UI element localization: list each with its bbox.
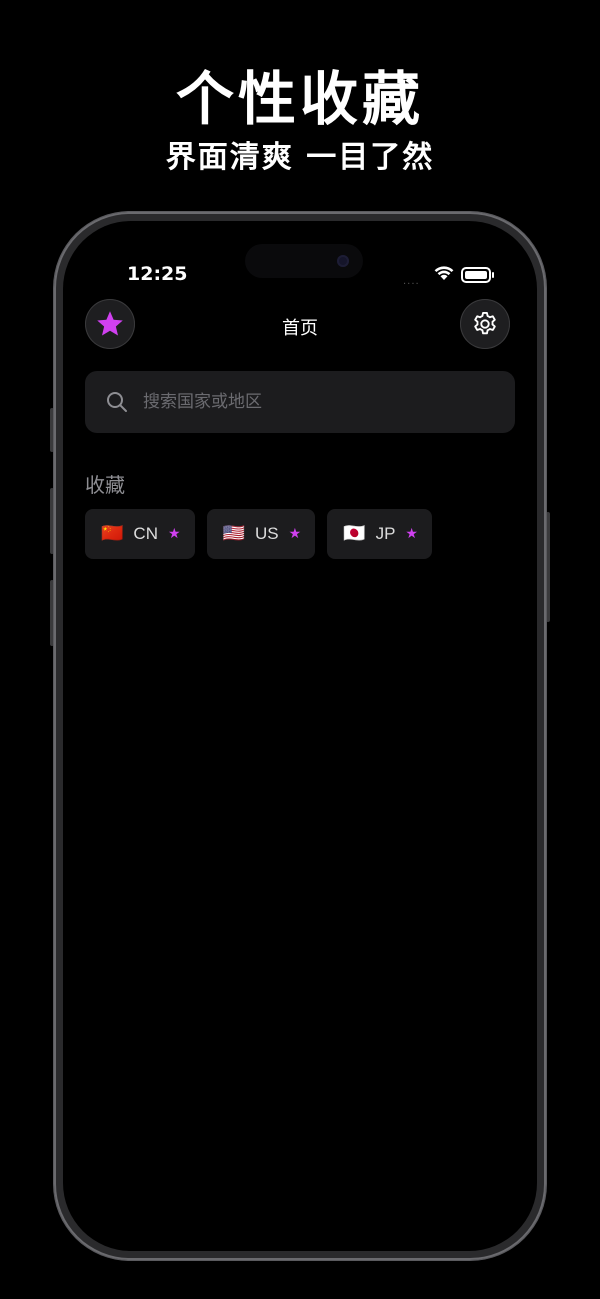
phone-frame: 12:25 .... 首页 收藏 — [54, 212, 546, 1260]
country-code: US — [254, 524, 279, 543]
gear-icon — [474, 311, 496, 335]
star-icon[interactable]: ★ — [168, 526, 181, 542]
camera-icon — [337, 255, 349, 267]
wifi-icon — [434, 266, 454, 280]
cellular-signal-icon: .... — [403, 276, 420, 287]
favorite-chip-us[interactable]: 🇺🇸 US ★ — [206, 509, 316, 559]
promo-title: 个性收藏 — [175, 65, 424, 133]
china-flag-icon: 🇨🇳 — [101, 523, 124, 544]
power-button — [546, 512, 550, 622]
favorite-chip-cn[interactable]: 🇨🇳 CN ★ — [85, 509, 195, 559]
favorites-section-label: 收藏 — [85, 473, 125, 497]
country-code: CN — [133, 524, 158, 543]
status-time: 12:25 — [127, 263, 188, 285]
star-icon[interactable]: ★ — [405, 526, 418, 542]
promo-subtitle: 界面清爽 一目了然 — [165, 140, 435, 175]
phone-screen: 12:25 .... 首页 收藏 — [63, 221, 537, 1251]
dynamic-island — [245, 244, 363, 278]
favorite-chip-jp[interactable]: 🇯🇵 JP ★ — [327, 509, 432, 559]
settings-button[interactable] — [460, 299, 510, 349]
japan-flag-icon: 🇯🇵 — [343, 523, 366, 544]
star-icon[interactable]: ★ — [289, 526, 302, 542]
usa-flag-icon: 🇺🇸 — [222, 523, 245, 544]
search-icon — [107, 392, 127, 412]
search-input[interactable] — [141, 391, 515, 413]
search-bar[interactable] — [85, 371, 515, 433]
country-code: JP — [375, 524, 396, 543]
battery-icon — [461, 267, 494, 283]
favorites-list: 🇨🇳 CN ★ 🇺🇸 US ★ 🇯🇵 JP ★ — [85, 509, 432, 559]
